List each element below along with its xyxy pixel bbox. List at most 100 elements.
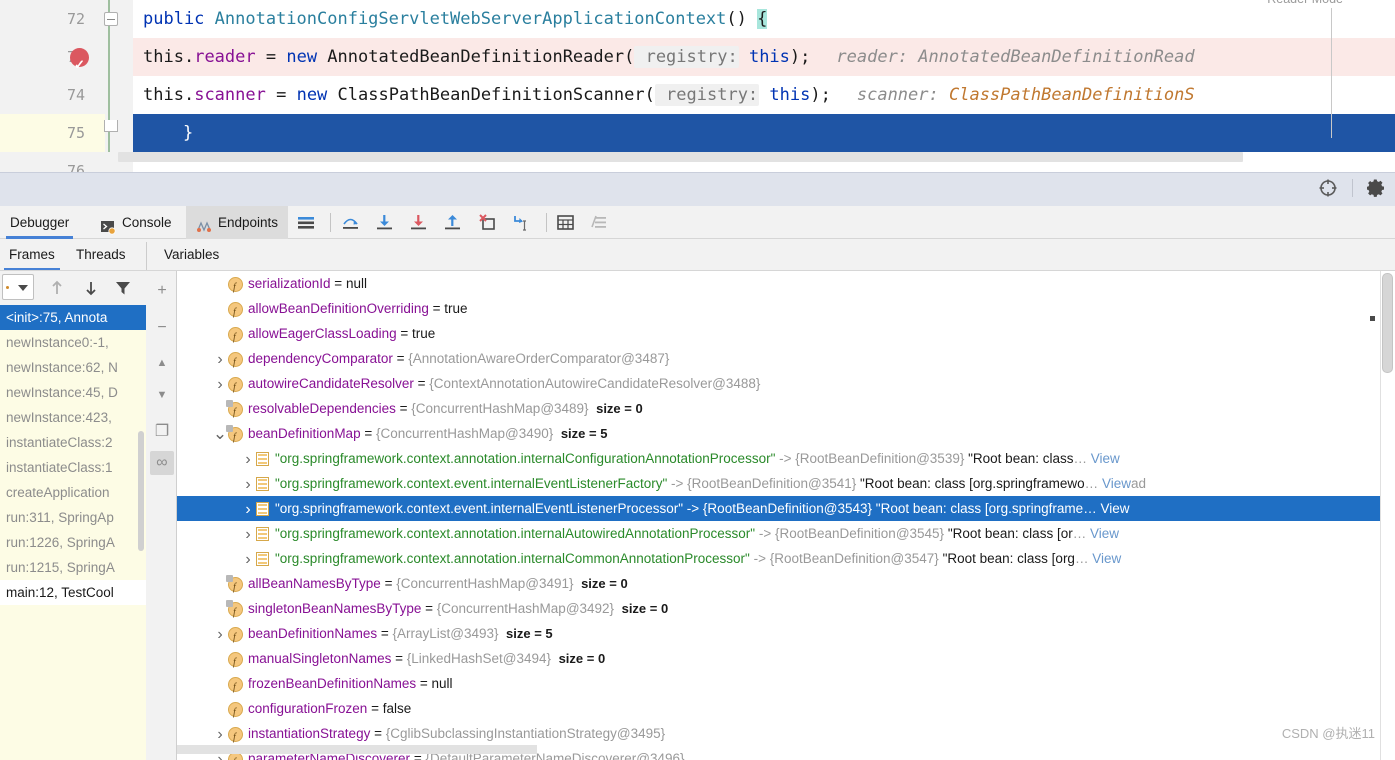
editor-line-73[interactable]: 73 this.reader = new AnnotatedBeanDefini…	[0, 38, 1395, 84]
step-into-icon[interactable]	[375, 213, 394, 232]
console-icon	[100, 215, 116, 235]
view-link[interactable]: View	[1100, 501, 1129, 516]
code-text-line-72[interactable]: public AnnotationConfigServletWebServerA…	[133, 0, 1395, 38]
code-token: ClassPathBeanDefinitionScanner(	[337, 85, 655, 105]
view-link[interactable]: View	[1102, 476, 1131, 491]
step-over-icon[interactable]	[341, 213, 360, 232]
step-out-icon[interactable]	[443, 213, 462, 232]
view-link[interactable]: View	[1092, 551, 1121, 566]
subtab-frames[interactable]: Frames	[0, 239, 64, 271]
variable-row[interactable]: › autowireCandidateResolver = {ContextAnn…	[177, 371, 1380, 400]
chevron-right-icon[interactable]: ›	[212, 622, 228, 647]
frame-item[interactable]: newInstance0:-1,	[0, 330, 146, 355]
code-editor[interactable]: Reader Mode 72public AnnotationConfigSer…	[0, 0, 1395, 172]
frame-item[interactable]: createApplication	[0, 480, 146, 505]
variable-row[interactable]: serializationId = null	[177, 271, 1380, 300]
editor-line-72[interactable]: 72 public AnnotationConfigServletWebServe…	[0, 0, 1395, 38]
frame-item[interactable]: run:1215, SpringA	[0, 555, 146, 580]
subtab-variables[interactable]: Variables	[155, 239, 228, 271]
frame-item-label: createApplication	[6, 485, 110, 500]
map-entry-row[interactable]: › "org.springframework.context.event.inte…	[177, 471, 1380, 496]
subtab-threads[interactable]: Threads	[67, 239, 135, 271]
frame-item[interactable]: newInstance:62, N	[0, 355, 146, 380]
editor-horizontal-scrollbar[interactable]	[118, 152, 1243, 162]
variables-scroll-thumb[interactable]	[1382, 273, 1393, 373]
frame-item-label: run:311, SpringAp	[6, 510, 114, 525]
drop-frame-icon[interactable]	[478, 213, 497, 232]
frame-item[interactable]: run:1226, SpringA	[0, 530, 146, 555]
force-step-into-icon[interactable]	[409, 213, 428, 232]
variable-value: false	[382, 701, 412, 716]
variables-horizontal-scrollbar[interactable]	[177, 745, 537, 754]
variable-row[interactable]: allowEagerClassLoading = true	[177, 321, 1380, 350]
view-link[interactable]: View	[1090, 526, 1119, 541]
frames-list[interactable]: <init>:75, Annota newInstance0:-1, newInst…	[0, 305, 146, 760]
mute-breakpoints-icon[interactable]	[590, 213, 609, 232]
variable-row[interactable]: ⌄beanDefinitionMap = {ConcurrentHashMap@…	[177, 421, 1380, 450]
variable-row[interactable]: ›beanDefinitionNames = {ArrayList@3493} …	[177, 621, 1380, 650]
thread-selector-combo[interactable]	[2, 274, 34, 300]
variable-row[interactable]: singletonBeanNamesByType = {ConcurrentHa…	[177, 596, 1380, 625]
variable-row[interactable]: › instantiationStrategy = {CglibSubclassi…	[177, 721, 1380, 750]
tab-debugger[interactable]: Debugger	[0, 206, 79, 239]
frame-item[interactable]: <init>:75, Annota	[0, 305, 146, 330]
code-text-line-74[interactable]: this.scanner = new ClassPathBeanDefiniti…	[133, 76, 1395, 114]
variable-value: true	[411, 326, 436, 341]
code-text-line-75[interactable]: }	[133, 114, 1395, 152]
variable-row[interactable]: resolvableDependencies = {ConcurrentHash…	[177, 396, 1380, 425]
fold-end-icon[interactable]	[104, 120, 118, 132]
show-execution-point-icon[interactable]	[297, 213, 316, 232]
code-token: this	[143, 47, 184, 67]
variables-tree-panel[interactable]: serializationId = null allowBeanDefiniti…	[177, 271, 1395, 760]
map-entry-row[interactable]: › "org.springframework.context.annotation…	[177, 546, 1380, 571]
chevron-right-icon[interactable]: ›	[240, 497, 256, 522]
add-watch-button[interactable]: +	[150, 279, 174, 303]
frames-scrollbar[interactable]	[138, 431, 144, 551]
chevron-right-icon[interactable]: ›	[212, 722, 228, 747]
error-stripe-mark[interactable]	[1370, 316, 1375, 321]
view-link[interactable]: View	[1091, 451, 1120, 466]
frame-item[interactable]: newInstance:423,	[0, 405, 146, 430]
chevron-right-icon[interactable]: ›	[240, 522, 256, 547]
inline-watches-button[interactable]: ∞	[150, 451, 174, 475]
variable-row[interactable]: allowBeanDefinitionOverriding = true	[177, 296, 1380, 325]
code-text-line-73[interactable]: this.reader = new AnnotatedBeanDefinitio…	[133, 38, 1395, 76]
frame-item[interactable]: main:12, TestCool	[0, 580, 146, 605]
tab-endpoints[interactable]: Endpoints	[186, 206, 289, 239]
map-entry-row[interactable]: › "org.springframework.context.event.inte…	[177, 496, 1380, 521]
fold-collapse-icon[interactable]	[104, 12, 118, 26]
variable-row[interactable]: › dependencyComparator = {AnnotationAware…	[177, 346, 1380, 375]
frame-item[interactable]: run:311, SpringAp	[0, 505, 146, 530]
filter-icon[interactable]	[114, 279, 132, 297]
chevron-right-icon[interactable]: ›	[240, 547, 256, 572]
variable-row[interactable]: frozenBeanDefinitionNames = null	[177, 671, 1380, 700]
move-down-button[interactable]: ▼	[150, 383, 174, 407]
editor-line-75[interactable]: 75}	[0, 114, 1395, 152]
evaluate-expression-icon[interactable]	[556, 213, 575, 232]
remove-watch-button[interactable]: −	[150, 316, 174, 340]
copy-value-button[interactable]: ❐	[150, 419, 174, 443]
frame-item[interactable]: instantiateClass:1	[0, 455, 146, 480]
variable-row[interactable]: manualSingletonNames = {LinkedHashSet@34…	[177, 646, 1380, 675]
gear-icon[interactable]	[1367, 178, 1387, 198]
move-up-button[interactable]: ▲	[150, 351, 174, 375]
map-entry-row[interactable]: › "org.springframework.context.annotation…	[177, 446, 1380, 471]
frame-item[interactable]: newInstance:45, D	[0, 380, 146, 405]
run-to-cursor-icon[interactable]	[512, 213, 531, 232]
chevron-right-icon[interactable]: ›	[212, 347, 228, 372]
frame-item[interactable]: instantiateClass:2	[0, 430, 146, 455]
chevron-right-icon[interactable]: ›	[240, 447, 256, 472]
editor-line-74[interactable]: 74 this.scanner = new ClassPathBeanDefin…	[0, 76, 1395, 114]
map-entry-row[interactable]: › "org.springframework.context.annotation…	[177, 521, 1380, 546]
target-icon[interactable]	[1318, 178, 1338, 198]
frame-up-icon[interactable]	[48, 279, 66, 297]
frame-down-icon[interactable]	[82, 279, 100, 297]
chevron-right-icon[interactable]: ›	[212, 372, 228, 397]
variables-vertical-scrollbar[interactable]	[1380, 271, 1395, 760]
chevron-right-icon[interactable]: ›	[240, 472, 256, 497]
tab-console[interactable]: Console	[90, 206, 182, 239]
variable-row[interactable]: allBeanNamesByType = {ConcurrentHashMap@…	[177, 571, 1380, 600]
breakpoint-icon[interactable]	[70, 46, 89, 84]
variable-row[interactable]: configurationFrozen = false	[177, 696, 1380, 725]
